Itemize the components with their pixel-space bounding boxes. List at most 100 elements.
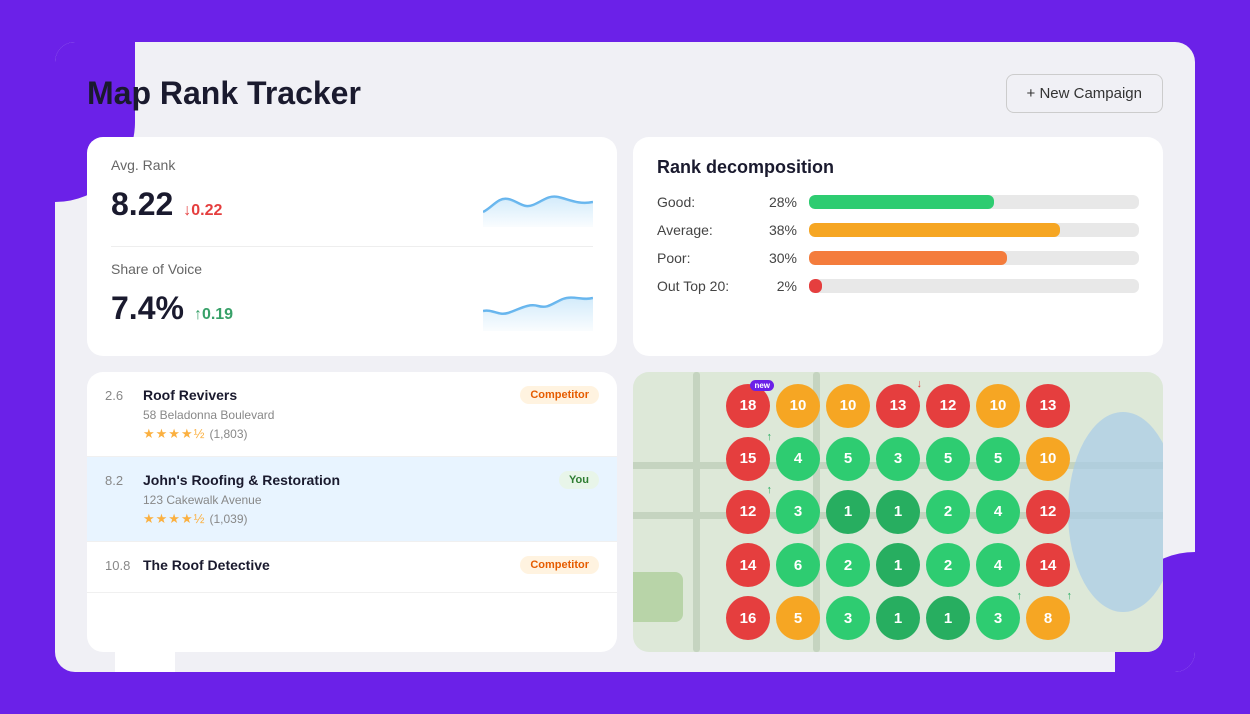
rank-decomp-title: Rank decomposition [657, 157, 1139, 178]
decomp-bar-track [809, 195, 1139, 209]
biz-reviews: (1,803) [209, 427, 247, 441]
map-dot: 13 [1026, 384, 1070, 428]
biz-address: 58 Beladonna Boulevard [143, 408, 599, 422]
map-dot: 15↑ [726, 437, 770, 481]
decomp-label: Out Top 20: [657, 278, 747, 294]
decomp-pct: 2% [759, 278, 797, 294]
decomp-label: Average: [657, 222, 747, 238]
map-dot: 5 [776, 596, 820, 640]
biz-rank: 8.2 [105, 473, 133, 488]
decomp-row: Out Top 20: 2% [657, 278, 1139, 294]
decomp-label: Poor: [657, 250, 747, 266]
avg-rank-card: Avg. Rank 8.22 ↓0.22 [87, 137, 617, 356]
map-dot: 12 [926, 384, 970, 428]
business-list-item[interactable]: 8.2 John's Roofing & Restoration You 123… [87, 457, 617, 542]
map-dot-arrow-up: ↑ [1067, 590, 1073, 602]
header-row: Map Rank Tracker + New Campaign [87, 74, 1163, 113]
map-dot-arrow-up: ↑ [1017, 590, 1023, 602]
biz-stars-row: ★★★★½ (1,039) [143, 511, 599, 527]
main-card: Map Rank Tracker + New Campaign Avg. Ran… [55, 42, 1195, 672]
map-dot: 5 [826, 437, 870, 481]
decomp-bar-fill [809, 279, 822, 293]
map-dot: 1 [926, 596, 970, 640]
map-dot: 6 [776, 543, 820, 587]
share-of-voice-label: Share of Voice [111, 261, 593, 277]
map-dot: 4 [976, 490, 1020, 534]
biz-rank: 2.6 [105, 388, 133, 403]
rank-decomp-rows: Good: 28% Average: 38% Poor: 30% Out Top… [657, 194, 1139, 294]
map-dot: 12↑ [726, 490, 770, 534]
map-dot-arrow-down: ↓ [917, 378, 923, 390]
map-dot: 5 [976, 437, 1020, 481]
map-dot: 3↑ [976, 596, 1020, 640]
decomp-bar-track [809, 279, 1139, 293]
decomp-bar-fill [809, 251, 1007, 265]
decomp-row: Poor: 30% [657, 250, 1139, 266]
business-list-item[interactable]: 10.8 The Roof Detective Competitor [87, 542, 617, 593]
avg-rank-label: Avg. Rank [111, 157, 593, 173]
rank-decomp-card: Rank decomposition Good: 28% Average: 38… [633, 137, 1163, 356]
share-of-voice-value-row: 7.4% ↑0.19 [111, 290, 233, 327]
map-dot: 13↓ [876, 384, 920, 428]
biz-stars: ★★★★½ [143, 426, 205, 442]
business-list-item[interactable]: 2.6 Roof Revivers Competitor 58 Beladonn… [87, 372, 617, 457]
avg-rank-change: ↓0.22 [183, 202, 222, 220]
decomp-bar-fill [809, 195, 994, 209]
avg-rank-sparkline [483, 177, 593, 232]
map-dot: 8↑ [1026, 596, 1070, 640]
biz-name: John's Roofing & Restoration [143, 472, 549, 488]
map-dot: 1 [826, 490, 870, 534]
avg-rank-value-row: 8.22 ↓0.22 [111, 186, 222, 223]
map-dot: 4 [776, 437, 820, 481]
map-dot: 18new [726, 384, 770, 428]
decomp-pct: 28% [759, 194, 797, 210]
share-of-voice-sparkline [483, 281, 593, 336]
list-item-top: 8.2 John's Roofing & Restoration You [105, 471, 599, 489]
map-dot: 16 [726, 596, 770, 640]
share-of-voice-row: 7.4% ↑0.19 [111, 281, 593, 336]
map-dot-arrow-up: ↑ [767, 431, 773, 443]
biz-badge: Competitor [520, 386, 599, 404]
decomp-bar-track [809, 223, 1139, 237]
map-dot: 1 [876, 543, 920, 587]
map-dot: 1 [876, 596, 920, 640]
map-row: 15↑4535510 [726, 437, 1070, 481]
map-dot: 5 [926, 437, 970, 481]
list-item-top: 10.8 The Roof Detective Competitor [105, 556, 599, 574]
biz-address: 123 Cakewalk Avenue [143, 493, 599, 507]
map-dot: 2 [926, 490, 970, 534]
biz-rank: 10.8 [105, 558, 133, 573]
map-dot-arrow-up: ↑ [767, 484, 773, 496]
biz-name: Roof Revivers [143, 387, 510, 403]
map-dot: 14 [726, 543, 770, 587]
map-dot: 10 [826, 384, 870, 428]
avg-rank-row: 8.22 ↓0.22 [111, 177, 593, 232]
biz-name: The Roof Detective [143, 557, 510, 573]
share-of-voice-block: Share of Voice 7.4% ↑0.19 [111, 261, 593, 336]
decomp-row: Average: 38% [657, 222, 1139, 238]
share-of-voice-value: 7.4% [111, 290, 184, 327]
map-dot: 10 [1026, 437, 1070, 481]
map-dot: 10 [776, 384, 820, 428]
map-row: 146212414 [726, 543, 1070, 587]
map-row: 18new101013↓121013 [726, 384, 1070, 428]
decomp-label: Good: [657, 194, 747, 210]
map-panel: 18new101013↓12101315↑453551012↑311241214… [633, 372, 1163, 652]
map-row: 1653113↑8↑ [726, 596, 1070, 640]
map-dot: 3 [826, 596, 870, 640]
map-dot: 12 [1026, 490, 1070, 534]
map-dot: 3 [876, 437, 920, 481]
new-campaign-button[interactable]: + New Campaign [1006, 74, 1163, 113]
map-dot: 14 [1026, 543, 1070, 587]
biz-badge: You [559, 471, 599, 489]
card-divider [111, 246, 593, 247]
map-dot: 4 [976, 543, 1020, 587]
biz-stars-row: ★★★★½ (1,803) [143, 426, 599, 442]
map-dot: 3 [776, 490, 820, 534]
map-dot: 2 [926, 543, 970, 587]
map-grid: 18new101013↓12101315↑453551012↑311241214… [633, 372, 1163, 652]
map-row: 12↑3112412 [726, 490, 1070, 534]
map-dot: 10 [976, 384, 1020, 428]
decomp-pct: 38% [759, 222, 797, 238]
avg-rank-value: 8.22 [111, 186, 173, 223]
